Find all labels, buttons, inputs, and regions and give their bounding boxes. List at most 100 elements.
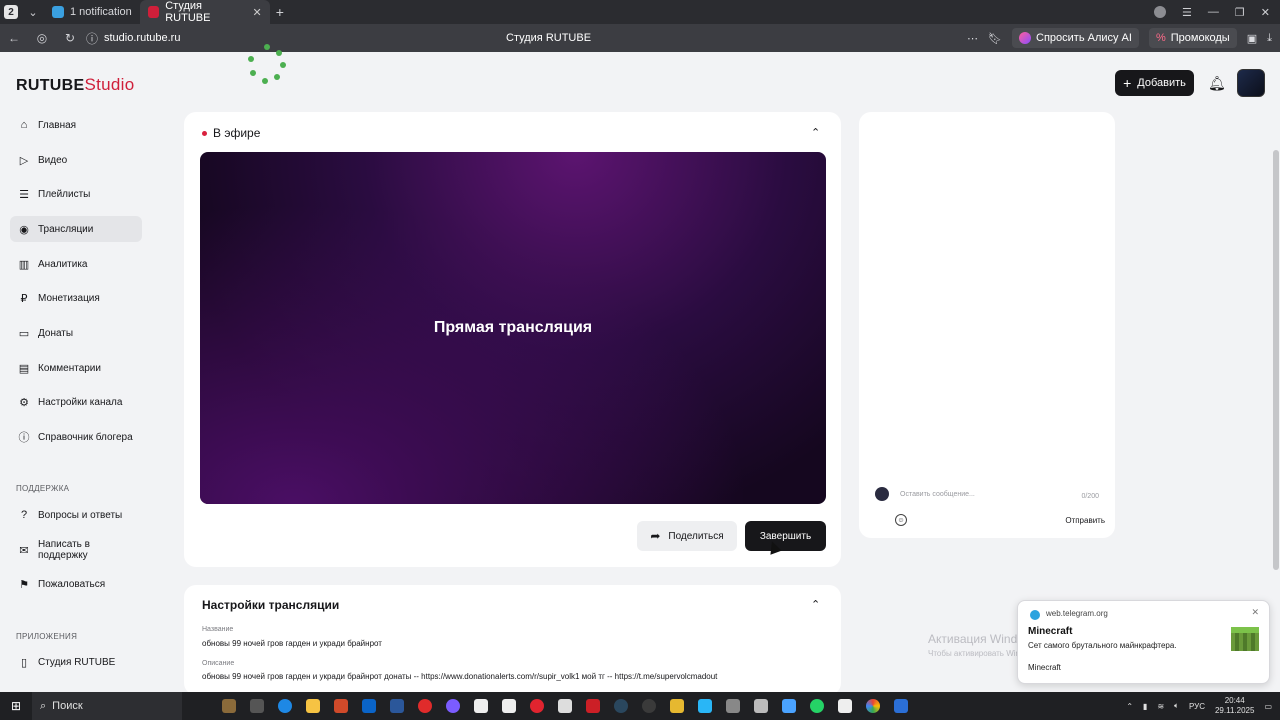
maximize-icon[interactable]: ❐ [1235, 6, 1245, 19]
sidebar-item-label: Настройки канала [38, 396, 123, 408]
file-icon[interactable] [558, 699, 572, 713]
collections-icon[interactable]: ▣ [1247, 32, 1257, 45]
taskbar-search[interactable]: ⌕ Поиск [32, 692, 182, 720]
sidebar-item-comments[interactable]: ▤ Комментарии [10, 355, 142, 381]
sidebar-item-contact-support[interactable]: ✉ Написать в поддержку [10, 537, 142, 563]
calendar-icon[interactable] [782, 699, 796, 713]
emoji-icon[interactable]: ☺ [895, 514, 907, 526]
video-icon: ▷ [19, 154, 29, 167]
profile-icon[interactable] [1154, 6, 1167, 18]
end-label: Завершить [759, 530, 812, 542]
sidebar: ⌂ Главная ▷ Видео ☰ Плейлисты ◉ Трансляции ▥… [0, 112, 160, 692]
avatar[interactable] [1237, 69, 1265, 97]
powerpoint-icon[interactable] [334, 699, 348, 713]
sidebar-item-label: Плейлисты [38, 188, 91, 200]
send-button[interactable]: Отправить [1065, 516, 1105, 525]
tab-studio-rutube[interactable]: Студия RUTUBE ✕ [139, 0, 270, 24]
sidebar-item-donations[interactable]: ▭ Донаты [10, 320, 142, 346]
menu-icon[interactable]: ☰ [1182, 6, 1192, 19]
tab-counter[interactable]: 2 [0, 0, 22, 24]
logo-main: RUTUBE [16, 77, 85, 94]
description-value[interactable]: обновы 99 ночей гров гарден и укради бра… [202, 672, 717, 681]
sidebar-item-playlists[interactable]: ☰ Плейлисты [10, 181, 142, 207]
alisa-button[interactable]: Спросить Алису AI [1012, 28, 1139, 48]
url-field[interactable]: studio.rutube.ru [104, 32, 180, 44]
sidebar-item-analytics[interactable]: ▥ Аналитика [10, 251, 142, 277]
network-icon[interactable] [754, 699, 768, 713]
sidebar-item-channel-settings[interactable]: ⚙ Настройки канала [10, 389, 142, 415]
file-icon[interactable] [838, 699, 852, 713]
steam-icon[interactable] [614, 699, 628, 713]
minimize-icon[interactable]: — [1208, 6, 1219, 18]
share-icon: ➦ [650, 529, 661, 543]
notification-toast[interactable]: web.telegram.org ✕ Minecraft Сет самого … [1017, 600, 1270, 684]
telegram-icon [52, 6, 64, 18]
windows-start-icon[interactable]: ⊞ [0, 699, 32, 713]
chevron-up-icon[interactable]: ⌃ [1126, 702, 1133, 711]
info-icon: ⓘ [18, 432, 30, 444]
close-icon[interactable]: ✕ [253, 6, 262, 19]
edge-icon[interactable] [278, 699, 292, 713]
yandex-browser-icon[interactable] [894, 699, 908, 713]
file-icon[interactable] [502, 699, 516, 713]
end-broadcast-button[interactable]: Завершить [745, 521, 826, 551]
rutube-studio-logo[interactable]: RUTUBEStudio [16, 75, 134, 95]
chevron-down-icon[interactable]: ⌄ [22, 0, 44, 24]
folder-icon[interactable] [306, 699, 320, 713]
opera-icon[interactable] [530, 699, 544, 713]
battery-icon[interactable]: ▮ [1143, 702, 1147, 711]
yandex-icon[interactable] [418, 699, 432, 713]
clock[interactable]: 20:44 29.11.2025 [1215, 696, 1254, 716]
obs-icon[interactable] [642, 699, 656, 713]
firefox-icon[interactable] [446, 699, 460, 713]
sidebar-item-studio-app[interactable]: ▯ Студия RUTUBE [10, 649, 142, 675]
sidebar-item-report[interactable]: ⚑ Пожаловаться [10, 571, 142, 597]
chat-message-input[interactable]: Оставить сообщение... [895, 485, 1105, 503]
sidebar-item-label: Донаты [38, 327, 74, 339]
promo-button[interactable]: % Промокоды [1148, 28, 1237, 48]
site-info-icon[interactable]: ⓘ [84, 30, 100, 47]
sidebar-item-home[interactable]: ⌂ Главная [10, 112, 142, 138]
bell-icon[interactable]: 🔔︎ [1208, 75, 1226, 91]
share-button[interactable]: ➦ Поделиться [637, 521, 737, 551]
volume-icon[interactable]: 🔈︎ [1174, 701, 1179, 711]
outlook-icon[interactable] [362, 699, 376, 713]
sidebar-item-label: Аналитика [38, 258, 88, 270]
percent-icon: % [1155, 32, 1166, 44]
scrollbar-thumb[interactable] [1273, 150, 1279, 570]
video-player[interactable]: Прямая трансляция [200, 152, 826, 504]
wifi-icon[interactable]: ≋ [1157, 702, 1164, 711]
close-window-icon[interactable]: ✕ [1261, 6, 1270, 19]
wps-icon[interactable] [586, 699, 600, 713]
download-icon[interactable]: ⤓ [1267, 32, 1272, 45]
new-tab-icon[interactable]: + [270, 4, 290, 20]
notepad-icon[interactable] [670, 699, 684, 713]
chevron-up-icon[interactable]: ⌃ [811, 598, 820, 611]
name-value[interactable]: обновы 99 ночей гров гарден и укради бра… [202, 639, 382, 648]
word-icon[interactable] [390, 699, 404, 713]
sidebar-item-broadcasts[interactable]: ◉ Трансляции [10, 216, 142, 242]
more-icon[interactable]: ⋯ [967, 32, 978, 45]
file-icon[interactable] [474, 699, 488, 713]
back-icon[interactable]: ← [0, 31, 28, 45]
bookmark-icon[interactable]: 🔖︎ [988, 32, 1002, 45]
notification-center-icon[interactable]: ▭ [1264, 702, 1272, 711]
chrome-icon[interactable] [866, 699, 880, 713]
close-icon[interactable]: ✕ [1251, 607, 1259, 618]
app-icon[interactable] [698, 699, 712, 713]
tab-notification[interactable]: 1 notification [44, 0, 140, 24]
add-button[interactable]: + Добавить [1115, 70, 1194, 96]
sidebar-item-monetization[interactable]: ₽ Монетизация [10, 285, 142, 311]
language-indicator[interactable]: РУС [1189, 702, 1205, 711]
tab-label: Студия RUTUBE [165, 0, 211, 24]
sidebar-item-faq[interactable]: ? Вопросы и ответы [10, 502, 142, 528]
sidebar-item-video[interactable]: ▷ Видео [10, 147, 142, 173]
task-view-icon[interactable] [250, 699, 264, 713]
sidebar-item-blogger-guide[interactable]: ⓘ Справочник блогера [10, 424, 142, 450]
whatsapp-icon[interactable] [810, 699, 824, 713]
reload-icon[interactable]: ↻ [56, 31, 84, 45]
chevron-up-icon[interactable]: ⌃ [811, 126, 820, 139]
home-icon: ⌂ [20, 119, 28, 131]
shield-icon[interactable]: ◎ [28, 31, 56, 45]
shield-icon[interactable] [726, 699, 740, 713]
